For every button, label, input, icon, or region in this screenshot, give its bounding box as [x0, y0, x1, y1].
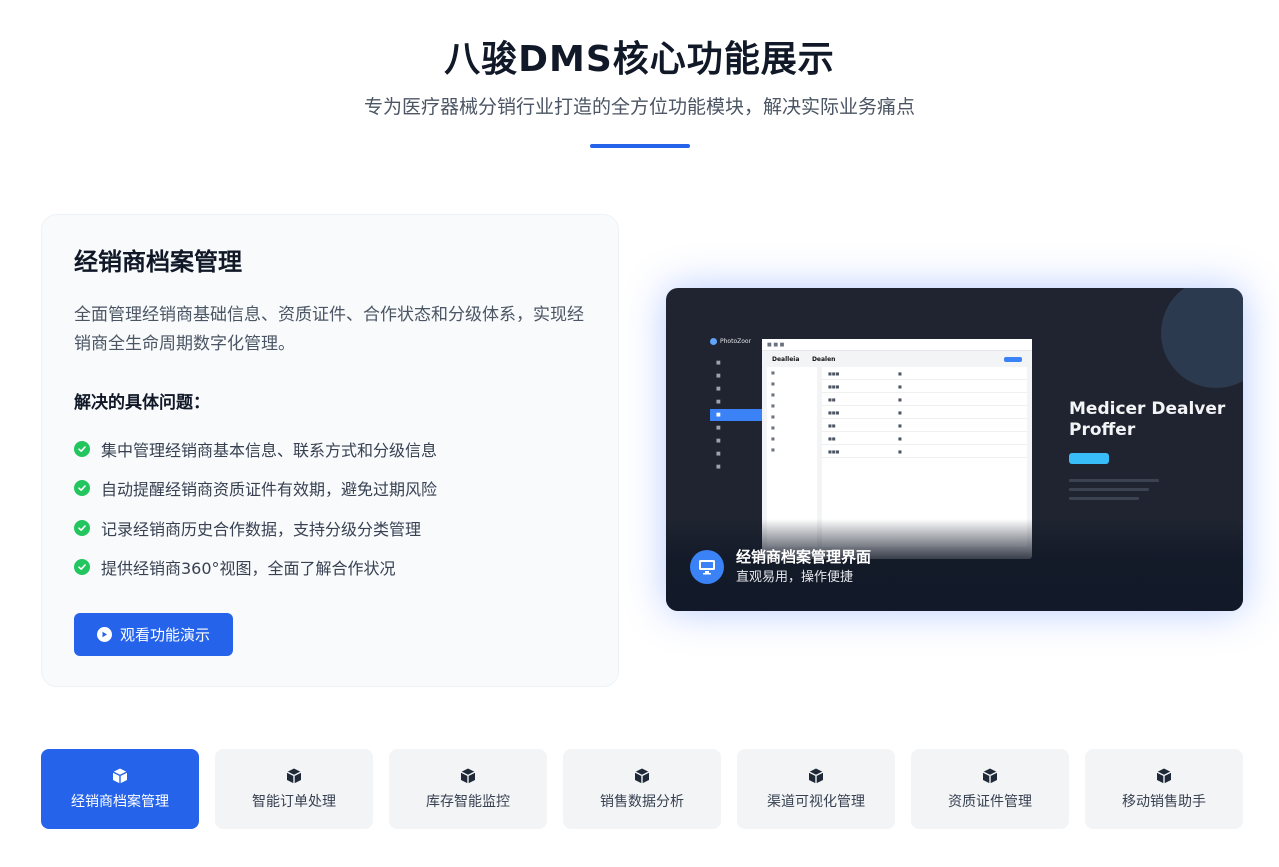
- mock-promo-button: [1069, 453, 1109, 464]
- problem-text: 集中管理经销商基本信息、联系方式和分级信息: [101, 440, 438, 460]
- tab-inventory-monitoring[interactable]: 库存智能监控: [389, 749, 547, 829]
- problem-text: 记录经销商历史合作数据，支持分级分类管理: [101, 519, 422, 539]
- mock-logo: PhotoZoor: [710, 338, 762, 345]
- problem-text: 提供经销商360°视图，全面了解合作状况: [101, 559, 396, 579]
- tab-label: 库存智能监控: [426, 794, 510, 810]
- cube-icon: [1156, 768, 1172, 784]
- check-circle-icon: [74, 519, 90, 536]
- check-circle-icon: [74, 480, 90, 497]
- page-subtitle: 专为医疗器械分销行业打造的全方位功能模块，解决实际业务痛点: [363, 96, 915, 118]
- cube-icon: [112, 768, 128, 784]
- feature-card: 经销商档案管理 全面管理经销商基础信息、资质证件、合作状态和分级体系，实现经销商…: [41, 214, 619, 687]
- monitor-icon: [690, 550, 724, 584]
- check-circle-icon: [74, 559, 90, 576]
- feature-tabs: 经销商档案管理 智能订单处理 库存智能监控 销售数据分析 渠道可视化管理 资质证…: [41, 749, 1243, 829]
- caption-subtitle: 直观易用，操作便捷: [736, 570, 854, 585]
- check-circle-icon: [74, 440, 90, 457]
- tab-label: 智能订单处理: [252, 794, 336, 810]
- cube-icon: [808, 768, 824, 784]
- mock-topbar: ■ ■ ■: [762, 339, 1032, 351]
- decorative-circle: [1161, 288, 1243, 388]
- tab-mobile-sales[interactable]: 移动销售助手: [1085, 749, 1243, 829]
- list-item: 提供经销商360°视图，全面了解合作状况: [74, 548, 586, 588]
- page-title: 八骏DMS核心功能展示: [444, 39, 835, 80]
- mock-header: Dealleia Dealen: [762, 351, 1032, 367]
- mock-nav: ■ ■ ■ ■ ■ ■ ■ ■ ■: [710, 357, 762, 473]
- section-header: 八骏DMS核心功能展示 专为医疗器械分销行业打造的全方位功能模块，解决实际业务痛…: [0, 0, 1279, 148]
- list-item: 集中管理经销商基本信息、联系方式和分级信息: [74, 429, 586, 469]
- tab-channel-visualization[interactable]: 渠道可视化管理: [737, 749, 895, 829]
- tab-label: 经销商档案管理: [71, 794, 169, 810]
- mock-promo-text: [1069, 479, 1179, 506]
- mock-promo-title: Medicer Dealver Proffer: [1069, 399, 1226, 440]
- preview-caption: 经销商档案管理界面 直观易用，操作便捷: [690, 547, 871, 587]
- feature-title: 经销商档案管理: [74, 248, 242, 276]
- tab-label: 销售数据分析: [600, 794, 684, 810]
- problem-text: 自动提醒经销商资质证件有效期，避免过期风险: [101, 480, 438, 500]
- feature-preview-image[interactable]: PhotoZoor ■ ■ ■ ■ ■ ■ ■ ■ ■ ■ ■ ■ Dealleia Dea…: [666, 288, 1243, 611]
- play-icon: [97, 627, 112, 642]
- cube-icon: [460, 768, 476, 784]
- tab-dealer-profile[interactable]: 经销商档案管理: [41, 749, 199, 829]
- tab-order-processing[interactable]: 智能订单处理: [215, 749, 373, 829]
- list-item: 自动提醒经销商资质证件有效期，避免过期风险: [74, 469, 586, 509]
- cube-icon: [286, 768, 302, 784]
- problems-heading: 解决的具体问题：: [74, 393, 210, 413]
- title-divider: [589, 144, 690, 148]
- watch-demo-button[interactable]: 观看功能演示: [74, 613, 234, 656]
- tab-sales-analytics[interactable]: 销售数据分析: [563, 749, 721, 829]
- feature-description: 全面管理经销商基础信息、资质证件、合作状态和分级体系，实现经销商全生命周期数字化…: [74, 305, 584, 354]
- tab-label: 资质证件管理: [948, 794, 1032, 810]
- demo-button-label: 观看功能演示: [120, 626, 211, 644]
- caption-title: 经销商档案管理界面: [736, 548, 872, 566]
- tab-label: 移动销售助手: [1122, 794, 1206, 810]
- cube-icon: [982, 768, 998, 784]
- tab-license-management[interactable]: 资质证件管理: [911, 749, 1069, 829]
- list-item: 记录经销商历史合作数据，支持分级分类管理: [74, 508, 586, 548]
- tab-label: 渠道可视化管理: [767, 794, 865, 810]
- cube-icon: [634, 768, 650, 784]
- problem-list: 集中管理经销商基本信息、联系方式和分级信息 自动提醒经销商资质证件有效期，避免过…: [74, 429, 586, 587]
